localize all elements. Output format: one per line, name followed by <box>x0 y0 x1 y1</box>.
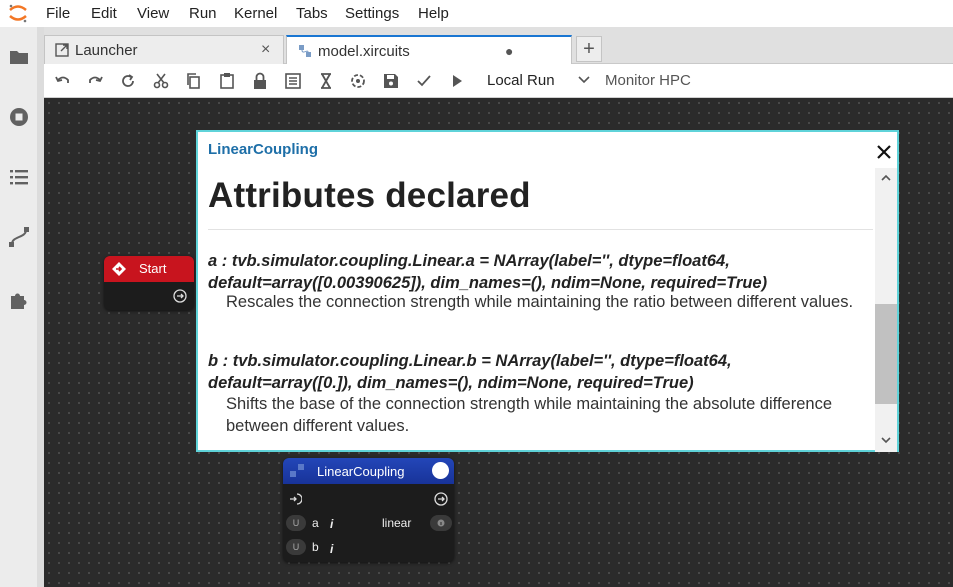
scroll-down-icon[interactable] <box>880 434 892 446</box>
attribute-a-description: Rescales the connection strength while m… <box>226 293 854 311</box>
port-a-type-badge: U <box>286 515 306 531</box>
hourglass-icon[interactable] <box>317 72 335 90</box>
start-node-header[interactable]: Start <box>104 256 194 282</box>
tab-model-xircuits[interactable]: model.xircuits ● <box>286 35 572 65</box>
stop-circle-icon[interactable] <box>8 106 30 128</box>
scroll-thumb[interactable] <box>875 304 897 404</box>
port-a-value: linear <box>382 516 412 530</box>
start-node[interactable]: Start <box>104 256 194 310</box>
lock-icon[interactable] <box>251 72 269 90</box>
start-diamond-icon <box>112 262 126 276</box>
menu-tabs[interactable]: Tabs <box>296 5 328 22</box>
close-icon[interactable] <box>874 142 894 162</box>
run-config-select[interactable]: Monitor HPC <box>605 72 691 89</box>
tab-launcher[interactable]: Launcher × <box>44 35 284 64</box>
port-b-type-badge: U <box>286 539 306 555</box>
menu-view[interactable]: View <box>137 5 169 22</box>
port-b-label: b <box>312 540 319 554</box>
undo-icon[interactable] <box>54 72 72 90</box>
paste-icon[interactable] <box>218 72 236 90</box>
popup-heading: Attributes declared <box>208 176 531 215</box>
flow-out-port-icon[interactable] <box>434 492 448 506</box>
unsaved-dot-icon[interactable]: ● <box>505 43 513 59</box>
divider <box>208 229 873 230</box>
attribute-b-signature: b : tvb.simulator.coupling.Linear.b = NA… <box>208 352 732 392</box>
save-icon[interactable] <box>382 72 400 90</box>
xircuits-file-icon <box>299 45 311 57</box>
info-dot-icon <box>437 519 445 527</box>
tab-launcher-close-icon[interactable]: × <box>261 41 270 59</box>
tab-launcher-label: Launcher <box>75 42 138 59</box>
jupyter-logo-icon[interactable] <box>7 2 29 24</box>
left-sidebar <box>0 27 37 587</box>
menu-help[interactable]: Help <box>418 5 449 22</box>
toolbar: Local Run Monitor HPC <box>44 64 953 98</box>
reload-icon[interactable] <box>119 72 137 90</box>
redo-icon[interactable] <box>86 72 104 90</box>
port-a-label: a <box>312 516 319 530</box>
run-type-select[interactable]: Local Run <box>487 72 555 89</box>
node-toggle[interactable] <box>432 462 449 479</box>
list-icon[interactable] <box>8 166 30 188</box>
run-icon[interactable] <box>448 72 466 90</box>
puzzle-icon[interactable] <box>8 289 30 311</box>
component-icon <box>290 464 304 477</box>
linear-coupling-node-title: LinearCoupling <box>317 464 405 479</box>
scroll-up-icon[interactable] <box>880 172 892 184</box>
xircuits-icon[interactable] <box>8 226 30 248</box>
compile-icon[interactable] <box>349 72 367 90</box>
launcher-icon <box>55 43 69 57</box>
attribute-a-signature: a : tvb.simulator.coupling.Linear.a = NA… <box>208 252 768 292</box>
start-node-title: Start <box>139 261 167 276</box>
menu-edit[interactable]: Edit <box>91 5 117 22</box>
sidebar-divider[interactable] <box>37 27 44 587</box>
popup-scrollbar[interactable] <box>875 168 897 452</box>
flow-out-port-icon[interactable] <box>173 289 187 303</box>
menu-run[interactable]: Run <box>189 5 217 22</box>
tab-bar: Launcher × model.xircuits ● + <box>44 27 953 65</box>
attribute-b-description: Shifts the base of the connection streng… <box>226 395 833 435</box>
folder-icon[interactable] <box>8 46 30 68</box>
port-a-connector[interactable] <box>430 515 452 531</box>
chevron-down-icon[interactable] <box>577 73 591 87</box>
check-icon[interactable] <box>415 72 433 90</box>
linear-coupling-node-header[interactable]: LinearCoupling <box>283 458 454 484</box>
docstring-popup: LinearCoupling Attributes declared a : t… <box>196 130 899 452</box>
port-b-info-icon[interactable]: i <box>330 542 333 556</box>
log-icon[interactable] <box>284 72 302 90</box>
linear-coupling-node[interactable]: LinearCoupling U a i linear U b i <box>283 458 454 562</box>
menu-bar: File Edit View Run Kernel Tabs Settings … <box>0 0 953 27</box>
menu-settings[interactable]: Settings <box>345 5 399 22</box>
cut-icon[interactable] <box>152 72 170 90</box>
menu-file[interactable]: File <box>46 5 70 22</box>
copy-icon[interactable] <box>185 72 203 90</box>
port-a-info-icon[interactable]: i <box>330 517 333 531</box>
add-tab-button[interactable]: + <box>576 36 602 62</box>
popup-title: LinearCoupling <box>208 141 318 158</box>
menu-kernel[interactable]: Kernel <box>234 5 277 22</box>
tab-model-label: model.xircuits <box>318 43 410 60</box>
flow-in-port-icon[interactable] <box>288 492 302 506</box>
